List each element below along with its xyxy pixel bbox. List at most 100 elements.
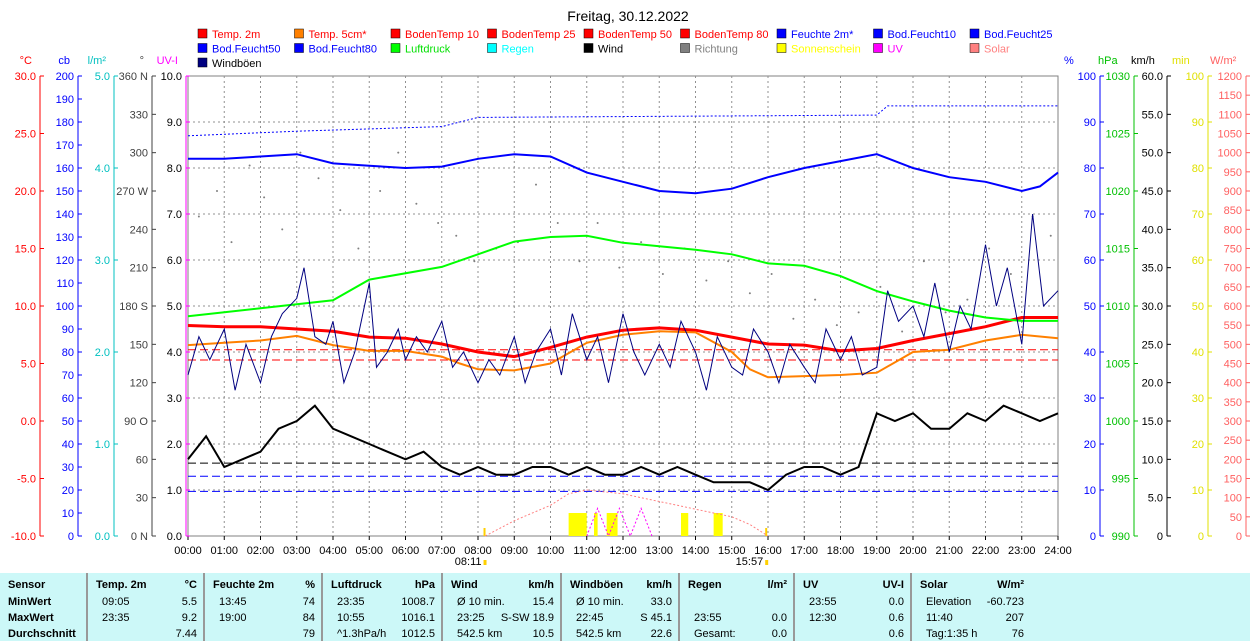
axis-tick-label: 150 [130, 339, 148, 351]
table-cell: 22:45 [576, 612, 604, 624]
axis-tick-label: 150 [1224, 474, 1242, 486]
axis-tick-label: 0 [68, 531, 74, 543]
table-cell: ^1.3hPa/h [337, 628, 387, 640]
axis-tick-label: 35.0 [1142, 263, 1163, 275]
axis-tick-label: 2.0 [95, 347, 110, 359]
axis-tick-label: 110 [56, 278, 74, 290]
axis-unit: UV-I [157, 55, 178, 67]
axis-tick-label: 0.0 [167, 531, 182, 543]
x-tick-label: 01:00 [210, 545, 238, 557]
axis-tick-label: 90 O [124, 416, 148, 428]
axis-tick-label: 0.0 [95, 531, 110, 543]
direction-point [944, 311, 947, 314]
axis-unit: min [1172, 55, 1190, 67]
direction-point [792, 317, 795, 320]
direction-point [966, 298, 969, 301]
x-tick-label: 22:00 [972, 545, 1000, 557]
legend-swatch [487, 43, 497, 53]
axis-tick-label: 200 [1224, 454, 1242, 466]
table-cell: S 45.1 [640, 612, 672, 624]
table-cell: 76 [1011, 628, 1024, 640]
axis-tick-label: 160 [56, 163, 74, 175]
table-cell: Temp. 2m [96, 579, 147, 591]
direction-point [640, 241, 643, 244]
table-cell: -60.723 [986, 596, 1024, 608]
table-column: Sensor MinWert MaxWert Durchschnitt [0, 573, 88, 641]
axis-tick-label: 5.0 [95, 71, 110, 83]
legend-swatch [583, 28, 594, 39]
sunshine-bar [713, 513, 723, 536]
axis-tick-label: 190 [56, 94, 74, 106]
stats-table: Sensor MinWert MaxWert Durchschnitt Temp. 2m… [0, 573, 1250, 641]
table-cell: 23:35 [337, 596, 365, 608]
x-tick-label: 02:00 [247, 545, 275, 557]
axis-tick-label: 1000 [1106, 416, 1130, 428]
direction-point [317, 177, 320, 180]
direction-point [299, 151, 302, 154]
axis-tick-label: 40.0 [1142, 224, 1163, 236]
axis-tick-label: 995 [1112, 474, 1130, 486]
axis-unit: cb [58, 55, 70, 67]
x-tick-label: 21:00 [935, 545, 963, 557]
legend-swatch [776, 28, 787, 39]
x-tick-label: 17:00 [790, 545, 818, 557]
sun-time-label: 08:11 [455, 556, 482, 568]
axis-tick-label: 10 [1192, 485, 1204, 497]
table-column: Feuchte 2m% 13:45 74 19:00 84 79 [205, 573, 323, 641]
axis-tick-label: 10.0 [161, 71, 182, 83]
axis-tick-label: 20 [1084, 439, 1096, 451]
table-cell: 23:25 [457, 612, 485, 624]
sun-time-label: 15:57 [736, 556, 764, 568]
table-column: Temp. 2m °C 09:05 5.5 23:35 9.2 7.44 [88, 573, 205, 641]
axis-tick-label: 4.0 [95, 163, 110, 175]
axis-tick-label: 30.0 [1142, 301, 1163, 313]
direction-point [618, 266, 621, 269]
direction-point [1049, 234, 1052, 237]
axis-tick-label: 120 [56, 255, 74, 267]
axis-tick-label: 550 [1224, 320, 1242, 332]
axis-tick-label: 0 [1090, 531, 1096, 543]
axis-tick-label: 0 N [131, 531, 148, 543]
legend-label: Luftdruck [405, 44, 451, 56]
axis-tick-label: 7.0 [167, 209, 182, 221]
direction-point [535, 183, 537, 186]
table-column: Luftdruck hPa 23:35 1008.7 10:55 1016.1 ^1.3hP… [323, 573, 443, 641]
legend-swatch [969, 28, 980, 39]
table-cell: 0.6 [888, 612, 904, 624]
table-cell: 207 [1005, 612, 1024, 624]
table-cell: Elevation [926, 596, 972, 608]
weather-chart: Freitag, 30.12.2022 Temp. 2m Temp. 5cm* Bo… [11, 8, 1250, 568]
legend-label: Bod.Feucht80 [309, 44, 378, 56]
table-cell: 12:30 [809, 612, 837, 624]
table-cell: Feuchte 2m [213, 579, 275, 591]
axis-tick-label: 1000 [1218, 148, 1242, 160]
legend-swatch [487, 28, 497, 39]
axis-tick-label: 1030 [1106, 71, 1130, 83]
axis-tick-label: 1025 [1106, 129, 1130, 141]
direction-point [216, 190, 218, 192]
legend-label: Feuchte 2m* [791, 29, 854, 41]
direction-point [988, 247, 991, 250]
legend-label: Bod.Feucht50 [212, 44, 281, 56]
axis-tick-label: 300 [130, 148, 148, 160]
legend-label: Regen [502, 44, 534, 56]
legend-swatch [969, 43, 980, 53]
axis-tick-label: 0 [1157, 531, 1163, 543]
axis-tick-label: 700 [1224, 263, 1242, 275]
table-cell: Wind [451, 579, 478, 591]
axis-tick-label: 500 [1224, 339, 1242, 351]
table-cell: Ø 10 min. [576, 596, 624, 608]
table-cell: 0.0 [888, 596, 904, 608]
legend-label: Bod.Feucht10 [888, 29, 957, 41]
axis-tick-label: 5.0 [21, 359, 36, 371]
axis-tick-label: 90 [1192, 117, 1204, 129]
direction-point [1009, 273, 1012, 276]
sun-marker [483, 560, 487, 565]
axis-tick-label: 50 [1192, 301, 1204, 313]
table-cell: 542.5 km [576, 628, 622, 640]
x-tick-label: 03:00 [283, 545, 311, 557]
direction-point [814, 298, 817, 301]
axis-tick-label: 0 [1236, 531, 1242, 543]
x-tick-label: 09:00 [500, 545, 528, 557]
table-cell: °C [184, 579, 197, 591]
